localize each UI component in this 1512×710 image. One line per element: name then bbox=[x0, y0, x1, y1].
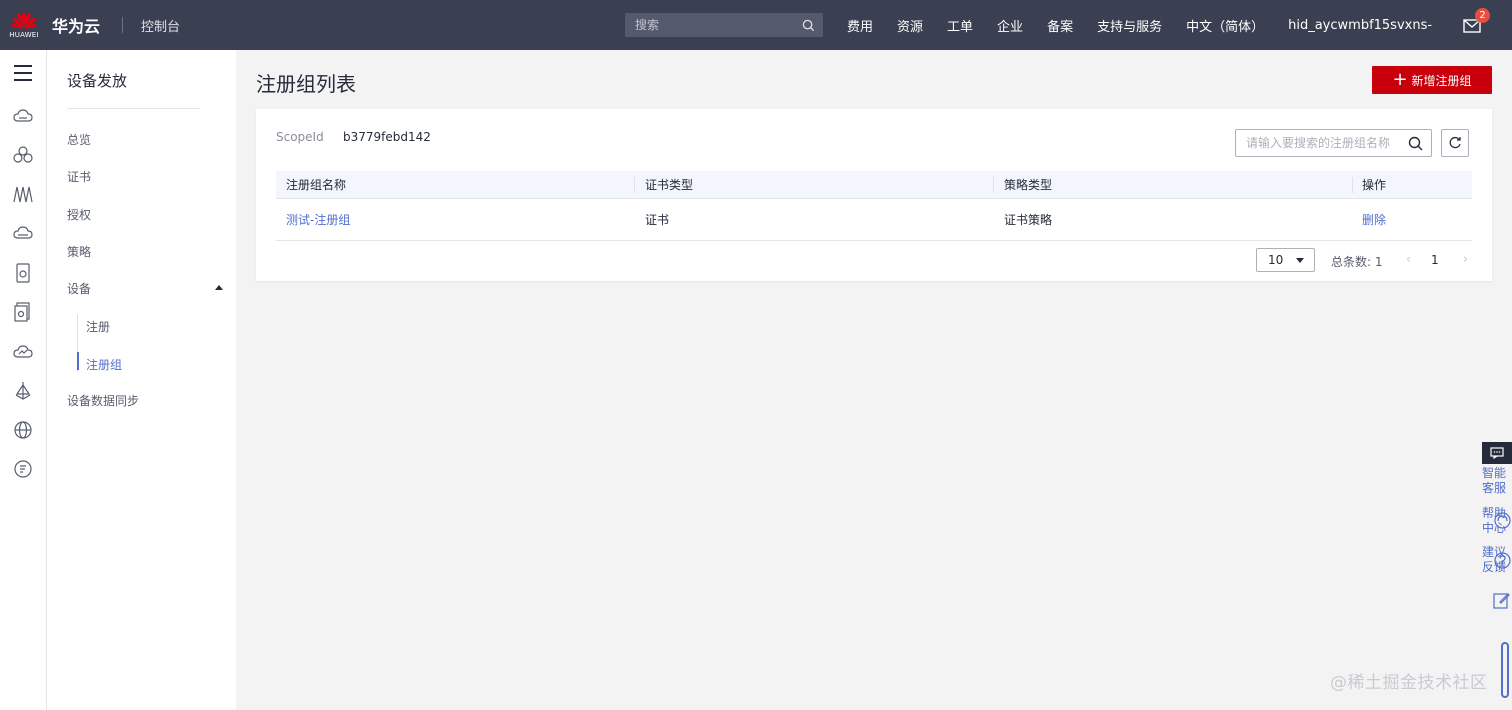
chat-icon bbox=[1490, 447, 1504, 459]
top-navigation-bar: HUAWEI 华为云 控制台 费用 资源 工单 企业 备案 支持与服务 中文（简… bbox=[0, 0, 1512, 50]
column-header-actions: 操作 bbox=[1362, 178, 1387, 192]
globe-icon[interactable] bbox=[12, 419, 34, 441]
group-name-link[interactable]: 测试-注册组 bbox=[286, 211, 350, 228]
sidebar-item-overview[interactable]: 总览 bbox=[67, 131, 91, 148]
column-header-cert-type: 证书类型 bbox=[645, 178, 694, 192]
group-search-input[interactable] bbox=[1246, 136, 1396, 150]
total-count: 总条数: 1 bbox=[1331, 255, 1383, 269]
nav-icp-filing[interactable]: 备案 bbox=[1047, 16, 1073, 35]
sidebar-item-policies[interactable]: 策略 bbox=[67, 243, 91, 260]
global-search-input[interactable] bbox=[635, 18, 785, 32]
policy-type-cell: 证书策略 bbox=[1004, 213, 1053, 227]
page-title: 注册组列表 bbox=[256, 72, 356, 96]
page-size-value: 10 bbox=[1268, 253, 1284, 267]
service-title: 设备发放 bbox=[67, 72, 128, 90]
next-page-icon[interactable]: › bbox=[1463, 252, 1468, 266]
cluster-icon[interactable] bbox=[12, 144, 34, 166]
current-page[interactable]: 1 bbox=[1431, 253, 1439, 267]
registration-group-card: ScopeId b3779febd142 注册组名称 证书类型 策略类型 操作 … bbox=[256, 109, 1492, 281]
column-divider bbox=[634, 177, 635, 193]
column-header-policy-type: 策略类型 bbox=[1004, 178, 1053, 192]
sidebar-item-devices[interactable]: 设备 bbox=[67, 280, 91, 297]
page-size-select[interactable]: 10 bbox=[1256, 248, 1315, 272]
scope-id-label: ScopeId bbox=[276, 130, 324, 144]
feedback-link[interactable]: 建议反馈 bbox=[1482, 545, 1512, 575]
sidebar-item-certificates[interactable]: 证书 bbox=[67, 168, 91, 185]
pagination: 10 总条数: 1 ‹ 1 › bbox=[1256, 248, 1476, 272]
registration-group-table: 注册组名称 证书类型 策略类型 操作 测试-注册组 证书 证书策略 删除 bbox=[276, 171, 1472, 241]
refresh-button[interactable] bbox=[1441, 129, 1469, 157]
brand-name[interactable]: 华为云 bbox=[52, 13, 100, 37]
edit-feedback-icon[interactable] bbox=[1493, 591, 1510, 609]
sidebar-item-authorization[interactable]: 授权 bbox=[67, 206, 91, 223]
sidebar-item-device-data-sync[interactable]: 设备数据同步 bbox=[67, 392, 139, 409]
collapse-caret-icon[interactable] bbox=[215, 285, 223, 290]
nav-language[interactable]: 中文（简体） bbox=[1186, 16, 1264, 35]
deploy-icon[interactable] bbox=[12, 380, 34, 402]
search-icon[interactable] bbox=[1408, 136, 1423, 151]
plus-icon: + bbox=[1392, 69, 1408, 90]
nav-account[interactable]: hid_aycwmbf15svxns- bbox=[1288, 18, 1432, 33]
add-button-label: 新增注册组 bbox=[1411, 73, 1472, 88]
watermark: @稀土掘金技术社区 bbox=[1330, 673, 1488, 693]
table-header: 注册组名称 证书类型 策略类型 操作 bbox=[276, 171, 1472, 199]
cert-type-cell: 证书 bbox=[645, 213, 670, 227]
scope-id-value: b3779febd142 bbox=[343, 130, 431, 144]
service-icon-rail bbox=[0, 50, 47, 710]
sidebar-item-registration[interactable]: 注册 bbox=[86, 318, 110, 335]
cloud-storage-icon[interactable] bbox=[12, 222, 34, 244]
nav-support[interactable]: 支持与服务 bbox=[1097, 16, 1162, 35]
column-divider bbox=[993, 177, 994, 193]
service-sidebar: 设备发放 总览 证书 授权 策略 设备 注册 注册组 设备数据同步 bbox=[47, 50, 236, 710]
device-icon[interactable] bbox=[12, 262, 34, 284]
column-divider bbox=[1352, 177, 1353, 193]
search-icon[interactable] bbox=[802, 19, 815, 32]
refresh-icon bbox=[1449, 136, 1461, 149]
brand-divider bbox=[122, 17, 124, 33]
console-link[interactable]: 控制台 bbox=[141, 16, 180, 35]
nav-resources[interactable]: 资源 bbox=[897, 16, 923, 35]
huawei-logo[interactable]: HUAWEI bbox=[0, 0, 48, 50]
service-circle-icon[interactable] bbox=[12, 458, 34, 480]
scroll-indicator[interactable] bbox=[1501, 642, 1509, 698]
delete-link[interactable]: 删除 bbox=[1362, 211, 1386, 228]
cloud-server-icon[interactable] bbox=[12, 105, 34, 127]
group-search bbox=[1235, 129, 1432, 157]
huawei-petal-icon bbox=[11, 12, 37, 29]
cloud-monitor-icon[interactable] bbox=[12, 341, 34, 363]
table-row: 测试-注册组 证书 证书策略 删除 bbox=[276, 199, 1472, 241]
chat-float-button[interactable] bbox=[1482, 442, 1512, 464]
submenu-active-indicator bbox=[77, 352, 79, 370]
add-registration-group-button[interactable]: + 新增注册组 bbox=[1372, 66, 1492, 94]
chevron-down-icon bbox=[1296, 258, 1304, 263]
nav-tickets[interactable]: 工单 bbox=[947, 16, 973, 35]
document-icon[interactable] bbox=[12, 301, 34, 323]
topbar-right: 费用 资源 工单 企业 备案 支持与服务 中文（简体） hid_aycwmbf1… bbox=[625, 0, 1432, 50]
logo-text: HUAWEI bbox=[9, 31, 39, 39]
nav-enterprise[interactable]: 企业 bbox=[997, 16, 1023, 35]
network-icon[interactable] bbox=[12, 183, 34, 205]
prev-page-icon[interactable]: ‹ bbox=[1406, 252, 1411, 266]
smart-service-link[interactable]: 智能客服 bbox=[1482, 466, 1512, 496]
sidebar-item-registration-group[interactable]: 注册组 bbox=[86, 356, 122, 373]
column-header-name: 注册组名称 bbox=[286, 178, 347, 192]
sidebar-divider bbox=[67, 108, 200, 109]
menu-icon[interactable] bbox=[12, 62, 34, 84]
help-center-link[interactable]: 帮助中心 bbox=[1482, 506, 1512, 536]
messages-button[interactable]: 2 bbox=[1463, 8, 1490, 36]
message-count-badge: 2 bbox=[1475, 8, 1490, 23]
nav-billing[interactable]: 费用 bbox=[847, 16, 873, 35]
global-search bbox=[625, 13, 823, 37]
